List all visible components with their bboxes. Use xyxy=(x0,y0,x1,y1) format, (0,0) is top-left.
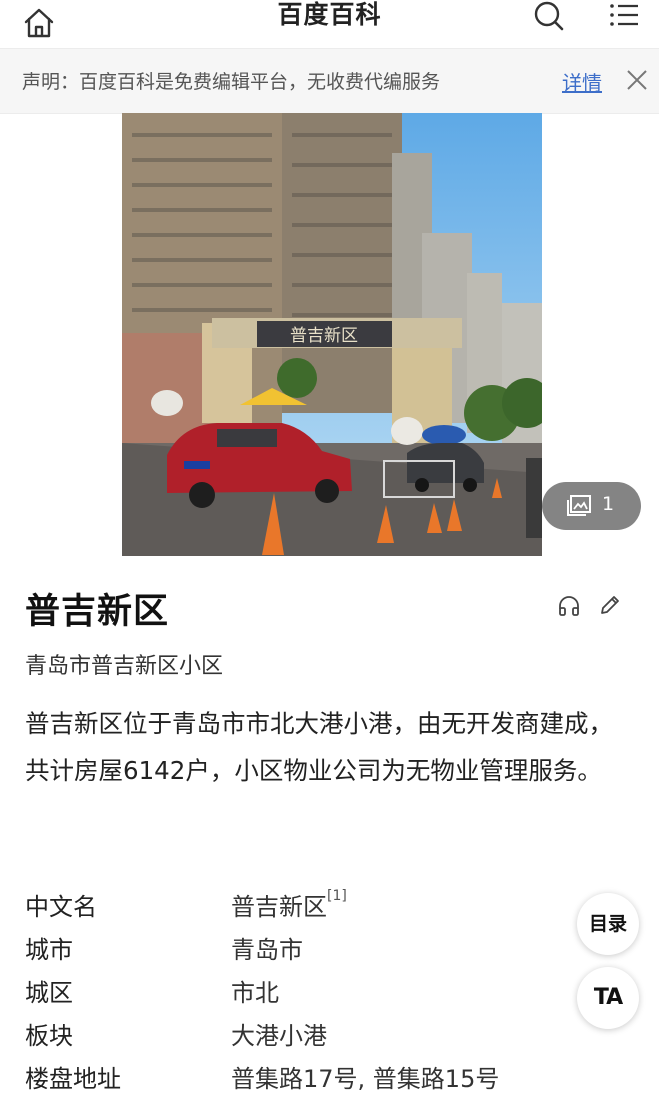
infobox-row: 中文名 普吉新区[1] xyxy=(25,886,585,929)
table-of-contents-button[interactable]: 目录 xyxy=(577,893,639,955)
menu-icon[interactable] xyxy=(604,0,644,34)
infobox-value: 普吉新区[1] xyxy=(231,888,347,921)
reference-link[interactable]: [1] xyxy=(327,888,347,904)
entry-photo[interactable]: 普吉新区 xyxy=(122,113,542,556)
entry-summary: 普吉新区位于青岛市市北大港小港，由无开发商建成，共计房屋6142户，小区物业公司… xyxy=(25,709,613,785)
infobox-value: 青岛市 xyxy=(231,936,303,964)
entry-title: 普吉新区 xyxy=(25,592,170,632)
infobox-key: 楼盘地址 xyxy=(25,1065,121,1093)
entry-subtitle: 青岛市普吉新区小区 xyxy=(25,654,224,679)
pencil-icon[interactable] xyxy=(598,593,622,617)
infobox-key: 中文名 xyxy=(25,893,97,921)
ta-button[interactable]: TA xyxy=(577,967,639,1029)
infobox-key: 城区 xyxy=(25,979,73,1007)
gallery-count: 1 xyxy=(602,493,615,515)
search-icon[interactable] xyxy=(530,0,568,34)
headphones-icon[interactable] xyxy=(557,594,581,618)
details-link[interactable]: 详情 xyxy=(562,67,602,96)
image-gallery-icon xyxy=(566,494,592,518)
gallery-badge[interactable]: 1 xyxy=(542,482,641,530)
infobox-key: 城市 xyxy=(25,936,73,964)
infobox-value: 大港小港 xyxy=(231,1022,327,1050)
gate-sign-text: 普吉新区 xyxy=(290,326,358,346)
top-navigation-bar: 百度百科 xyxy=(0,0,659,49)
infobox: 中文名 普吉新区[1] 城市 青岛市 城区 市北 板块 大港小港 楼盘地址 普集… xyxy=(25,886,585,1101)
infobox-row: 楼盘地址 普集路17号, 普集路15号 xyxy=(25,1058,585,1101)
disclaimer-banner: 声明：百度百科是免费编辑平台，无收费代编服务 详情 xyxy=(0,49,659,114)
infobox-value: 普集路17号, 普集路15号 xyxy=(231,1065,500,1093)
disclaimer-text: 声明：百度百科是免费编辑平台，无收费代编服务 xyxy=(22,71,441,93)
infobox-row: 城市 青岛市 xyxy=(25,929,585,972)
infobox-value: 市北 xyxy=(231,979,279,1007)
close-icon[interactable] xyxy=(624,67,650,93)
infobox-row: 城区 市北 xyxy=(25,972,585,1015)
infobox-key: 板块 xyxy=(25,1022,73,1050)
infobox-row: 板块 大港小港 xyxy=(25,1015,585,1058)
